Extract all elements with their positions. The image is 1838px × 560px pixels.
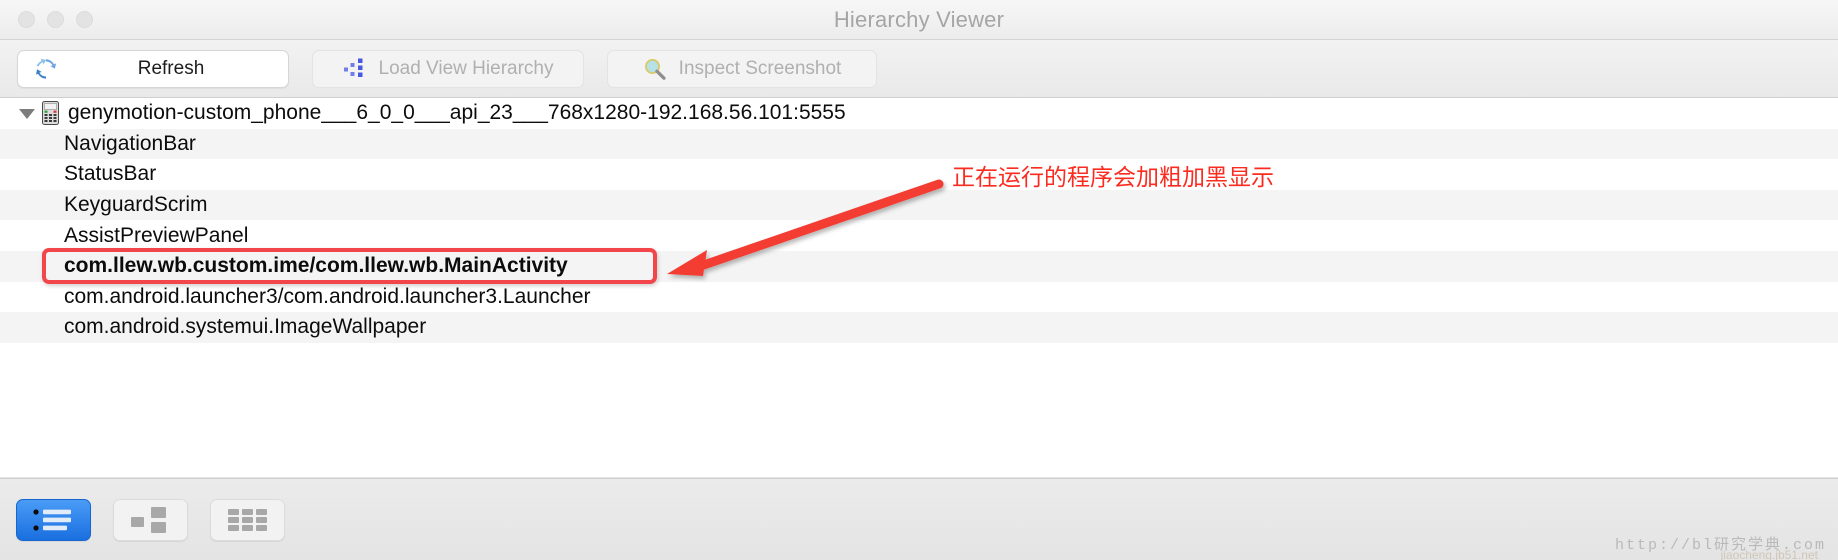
tree-row-label: com.llew.wb.custom.ime/com.llew.wb.MainA… [64,254,568,278]
hierarchy-icon [343,58,363,77]
minimize-button[interactable] [47,11,64,28]
tree-row[interactable]: com.android.launcher3/com.android.launch… [0,281,1838,313]
tree-row-root-label: genymotion-custom_phone___6_0_0___api_23… [68,101,846,125]
annotation-text: 正在运行的程序会加粗加黑显示 [952,164,1274,190]
grid-view-mode-button[interactable] [210,498,285,541]
tree-row-label: com.android.systemui.ImageWallpaper [64,315,427,339]
tree-row[interactable]: StatusBar [0,159,1838,190]
tree-view-mode-button[interactable] [16,498,91,541]
tree-row[interactable]: AssistPreviewPanel [0,220,1838,251]
refresh-icon [36,58,56,79]
tree-row-label: NavigationBar [64,131,196,155]
magnifier-icon [644,58,666,80]
device-phone-icon [42,101,59,126]
tree-row-label: AssistPreviewPanel [64,223,249,247]
inspect-screenshot-button[interactable]: Inspect Screenshot [607,49,877,88]
close-button[interactable] [18,11,35,28]
refresh-button-label: Refresh [137,57,205,79]
tree-row[interactable]: NavigationBar [0,128,1838,160]
chevron-down-icon[interactable] [18,104,36,122]
load-view-hierarchy-label: Load View Hierarchy [378,57,554,79]
load-view-hierarchy-button[interactable]: Load View Hierarchy [312,49,584,88]
tree-row-label: KeyguardScrim [64,193,208,217]
list-view-icon [32,508,71,531]
tree-row-root[interactable]: genymotion-custom_phone___6_0_0___api_23… [0,98,1838,129]
tree-row[interactable]: com.android.systemui.ImageWallpaper [0,312,1838,343]
block-view-mode-button[interactable] [113,498,188,541]
watermark-sub: jiaocheng.jb51.net [1720,548,1818,560]
view-hierarchy-tree[interactable]: genymotion-custom_phone___6_0_0___api_23… [0,98,1838,478]
tree-row-label: com.android.launcher3/com.android.launch… [64,284,591,308]
bottom-toolbar: http://bl研究学典.com jiaocheng.jb51.net [0,478,1838,560]
block-view-icon [130,506,166,533]
window-title: Hierarchy Viewer [833,6,1005,32]
traffic-light-group [18,11,93,28]
tree-row-label: StatusBar [64,162,157,186]
refresh-button[interactable]: Refresh [17,49,289,88]
title-bar: Hierarchy Viewer [0,0,1838,40]
grid-view-icon [227,508,267,531]
inspect-screenshot-label: Inspect Screenshot [678,57,842,79]
maximize-button[interactable] [76,11,93,28]
tree-row-active[interactable]: com.llew.wb.custom.ime/com.llew.wb.MainA… [0,250,1838,282]
tree-row[interactable]: KeyguardScrim [0,189,1838,221]
hierarchy-viewer-window: Hierarchy Viewer Refresh Load View Hiera… [0,0,1838,560]
toolbar: Refresh Load View Hierarchy Inspect Scre… [0,40,1838,98]
